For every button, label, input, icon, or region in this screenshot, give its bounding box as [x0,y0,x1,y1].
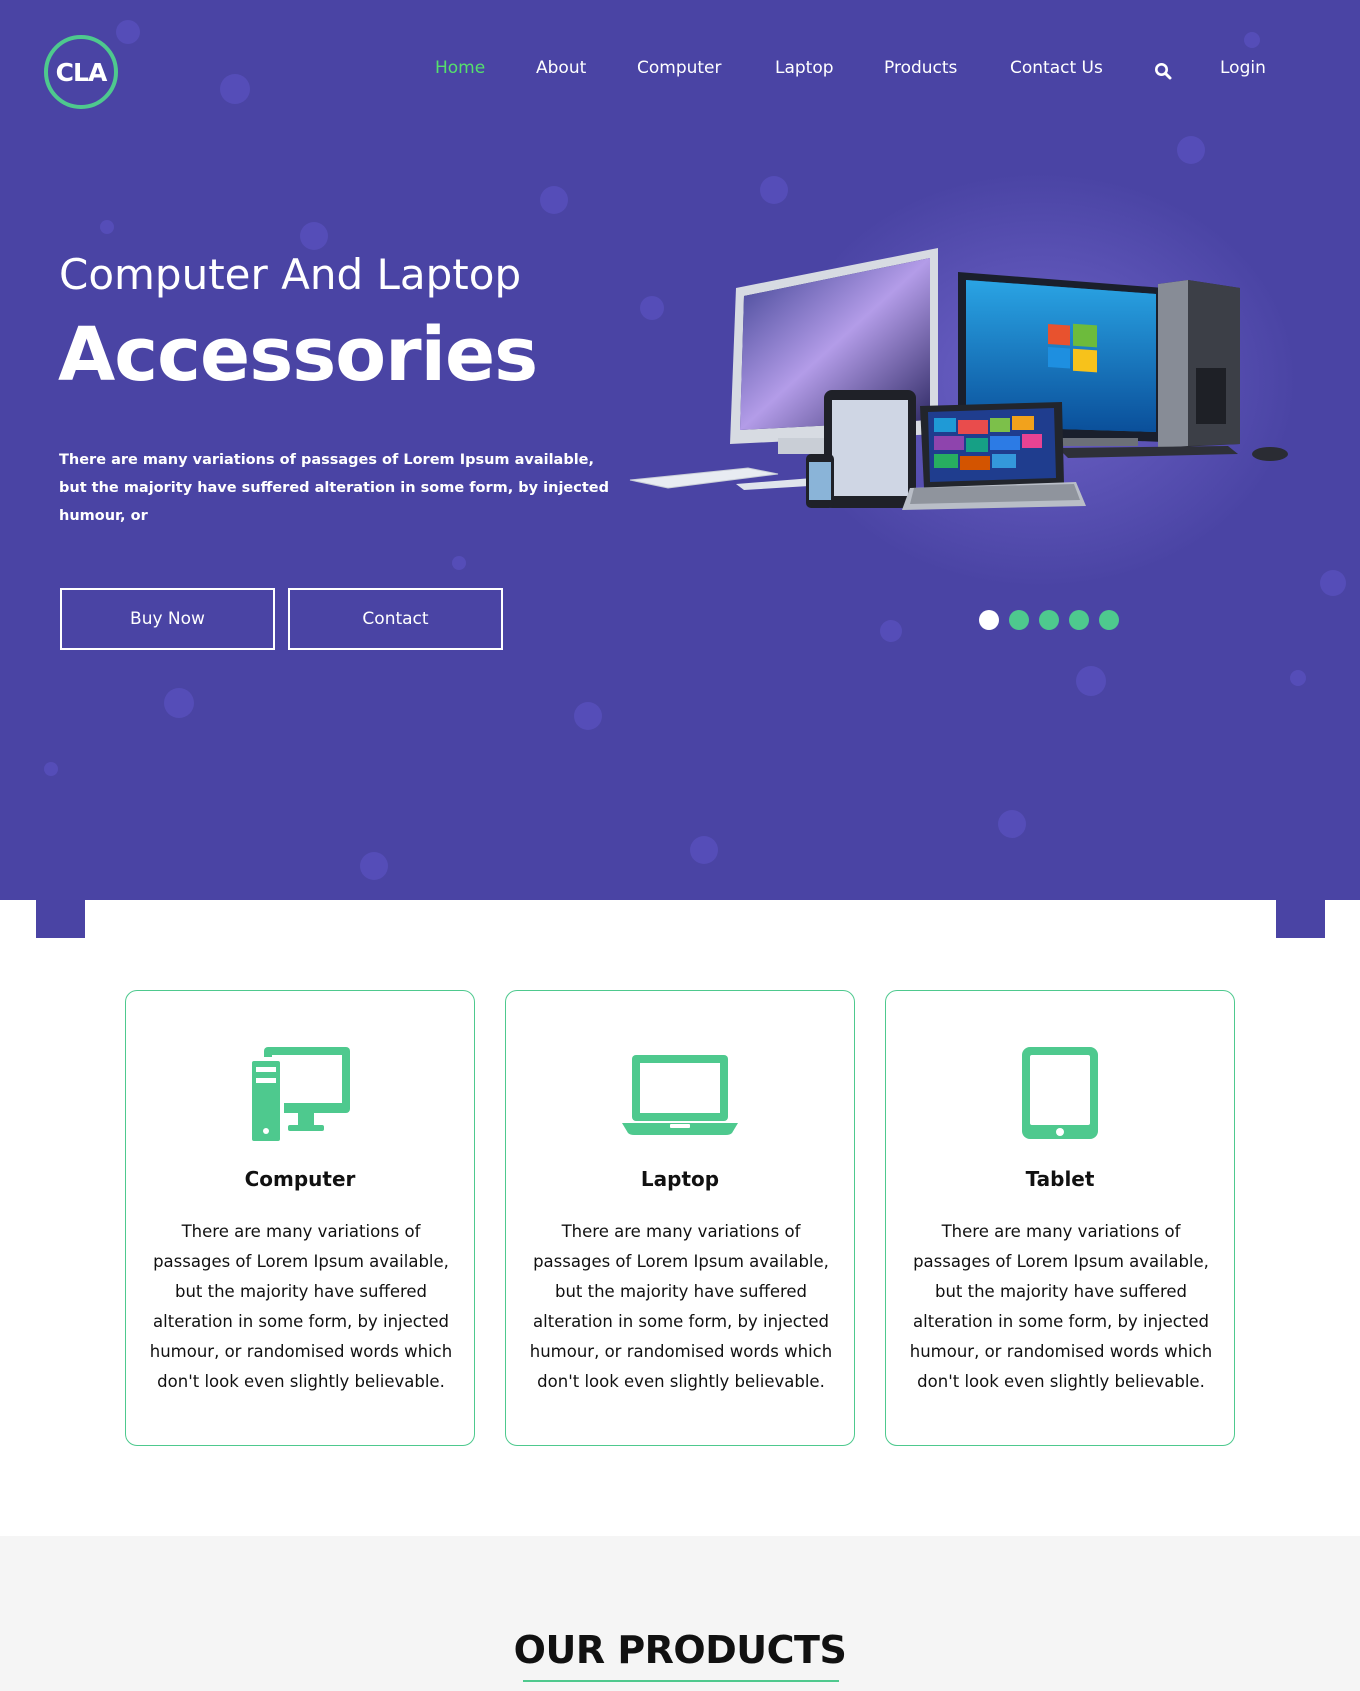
carousel-dot-2[interactable] [1009,610,1029,630]
contact-button[interactable]: Contact [288,588,503,650]
products-title-underline [523,1680,839,1682]
bokeh-dot [164,688,194,718]
feature-card-title: Computer [244,1167,356,1191]
feature-card-tablet: Tablet There are many variations of pass… [885,990,1235,1446]
bokeh-dot [540,186,568,214]
bokeh-dot [44,762,58,776]
bokeh-dot [1290,670,1306,686]
hero-decor-tab-right [1276,900,1325,938]
search-icon[interactable] [1154,62,1172,80]
carousel-dot-4[interactable] [1069,610,1089,630]
bokeh-dot [690,836,718,864]
feature-card-text: There are many variations of passages of… [149,1222,453,1391]
bokeh-dot [760,176,788,204]
bokeh-dot [300,222,328,250]
bokeh-dot [1177,136,1205,164]
bokeh-dot [880,620,902,642]
bokeh-dot [1320,570,1346,596]
bokeh-dot [998,810,1026,838]
nav-item-login[interactable]: Login [1220,58,1266,78]
products-section-title: OUR PRODUCTS [513,1628,847,1672]
bokeh-dot [1076,666,1106,696]
nav-item-contact-us[interactable]: Contact Us [1010,58,1103,78]
nav-item-about[interactable]: About [536,58,586,78]
feature-card-computer: Computer There are many variations of pa… [125,990,475,1446]
hero-description: There are many variations of passages of… [59,452,610,524]
nav-item-laptop[interactable]: Laptop [775,58,834,78]
devices-illustration [629,248,1288,510]
hero-title: Accessories [58,312,538,398]
bokeh-dot [100,220,114,234]
carousel-dot-5[interactable] [1099,610,1119,630]
desktop-computer-icon [250,1047,350,1143]
bokeh-dot [116,20,140,44]
nav-item-products[interactable]: Products [884,58,957,78]
bokeh-dot [452,556,466,570]
feature-card-laptop: Laptop There are many variations of pass… [505,990,855,1446]
buy-now-button[interactable]: Buy Now [60,588,275,650]
feature-card-title: Tablet [1025,1167,1095,1191]
feature-card-text: There are many variations of passages of… [529,1222,833,1391]
carousel-dot-3[interactable] [1039,610,1059,630]
feature-card-text: There are many variations of passages of… [909,1222,1213,1391]
hero-section: CLA Home About Computer Laptop Products … [0,0,1360,900]
laptop-icon [622,1055,738,1135]
hero-decor-tab-left [36,900,85,938]
hero-subtitle: Computer And Laptop [59,250,522,299]
tablet-icon [1022,1047,1098,1139]
bokeh-dot [1244,32,1260,48]
bokeh-dot [574,702,602,730]
carousel-dot-1[interactable] [979,610,999,630]
nav-item-home[interactable]: Home [435,58,485,78]
bokeh-dot [360,852,388,880]
nav-item-computer[interactable]: Computer [637,58,722,78]
feature-card-title: Laptop [640,1167,720,1191]
